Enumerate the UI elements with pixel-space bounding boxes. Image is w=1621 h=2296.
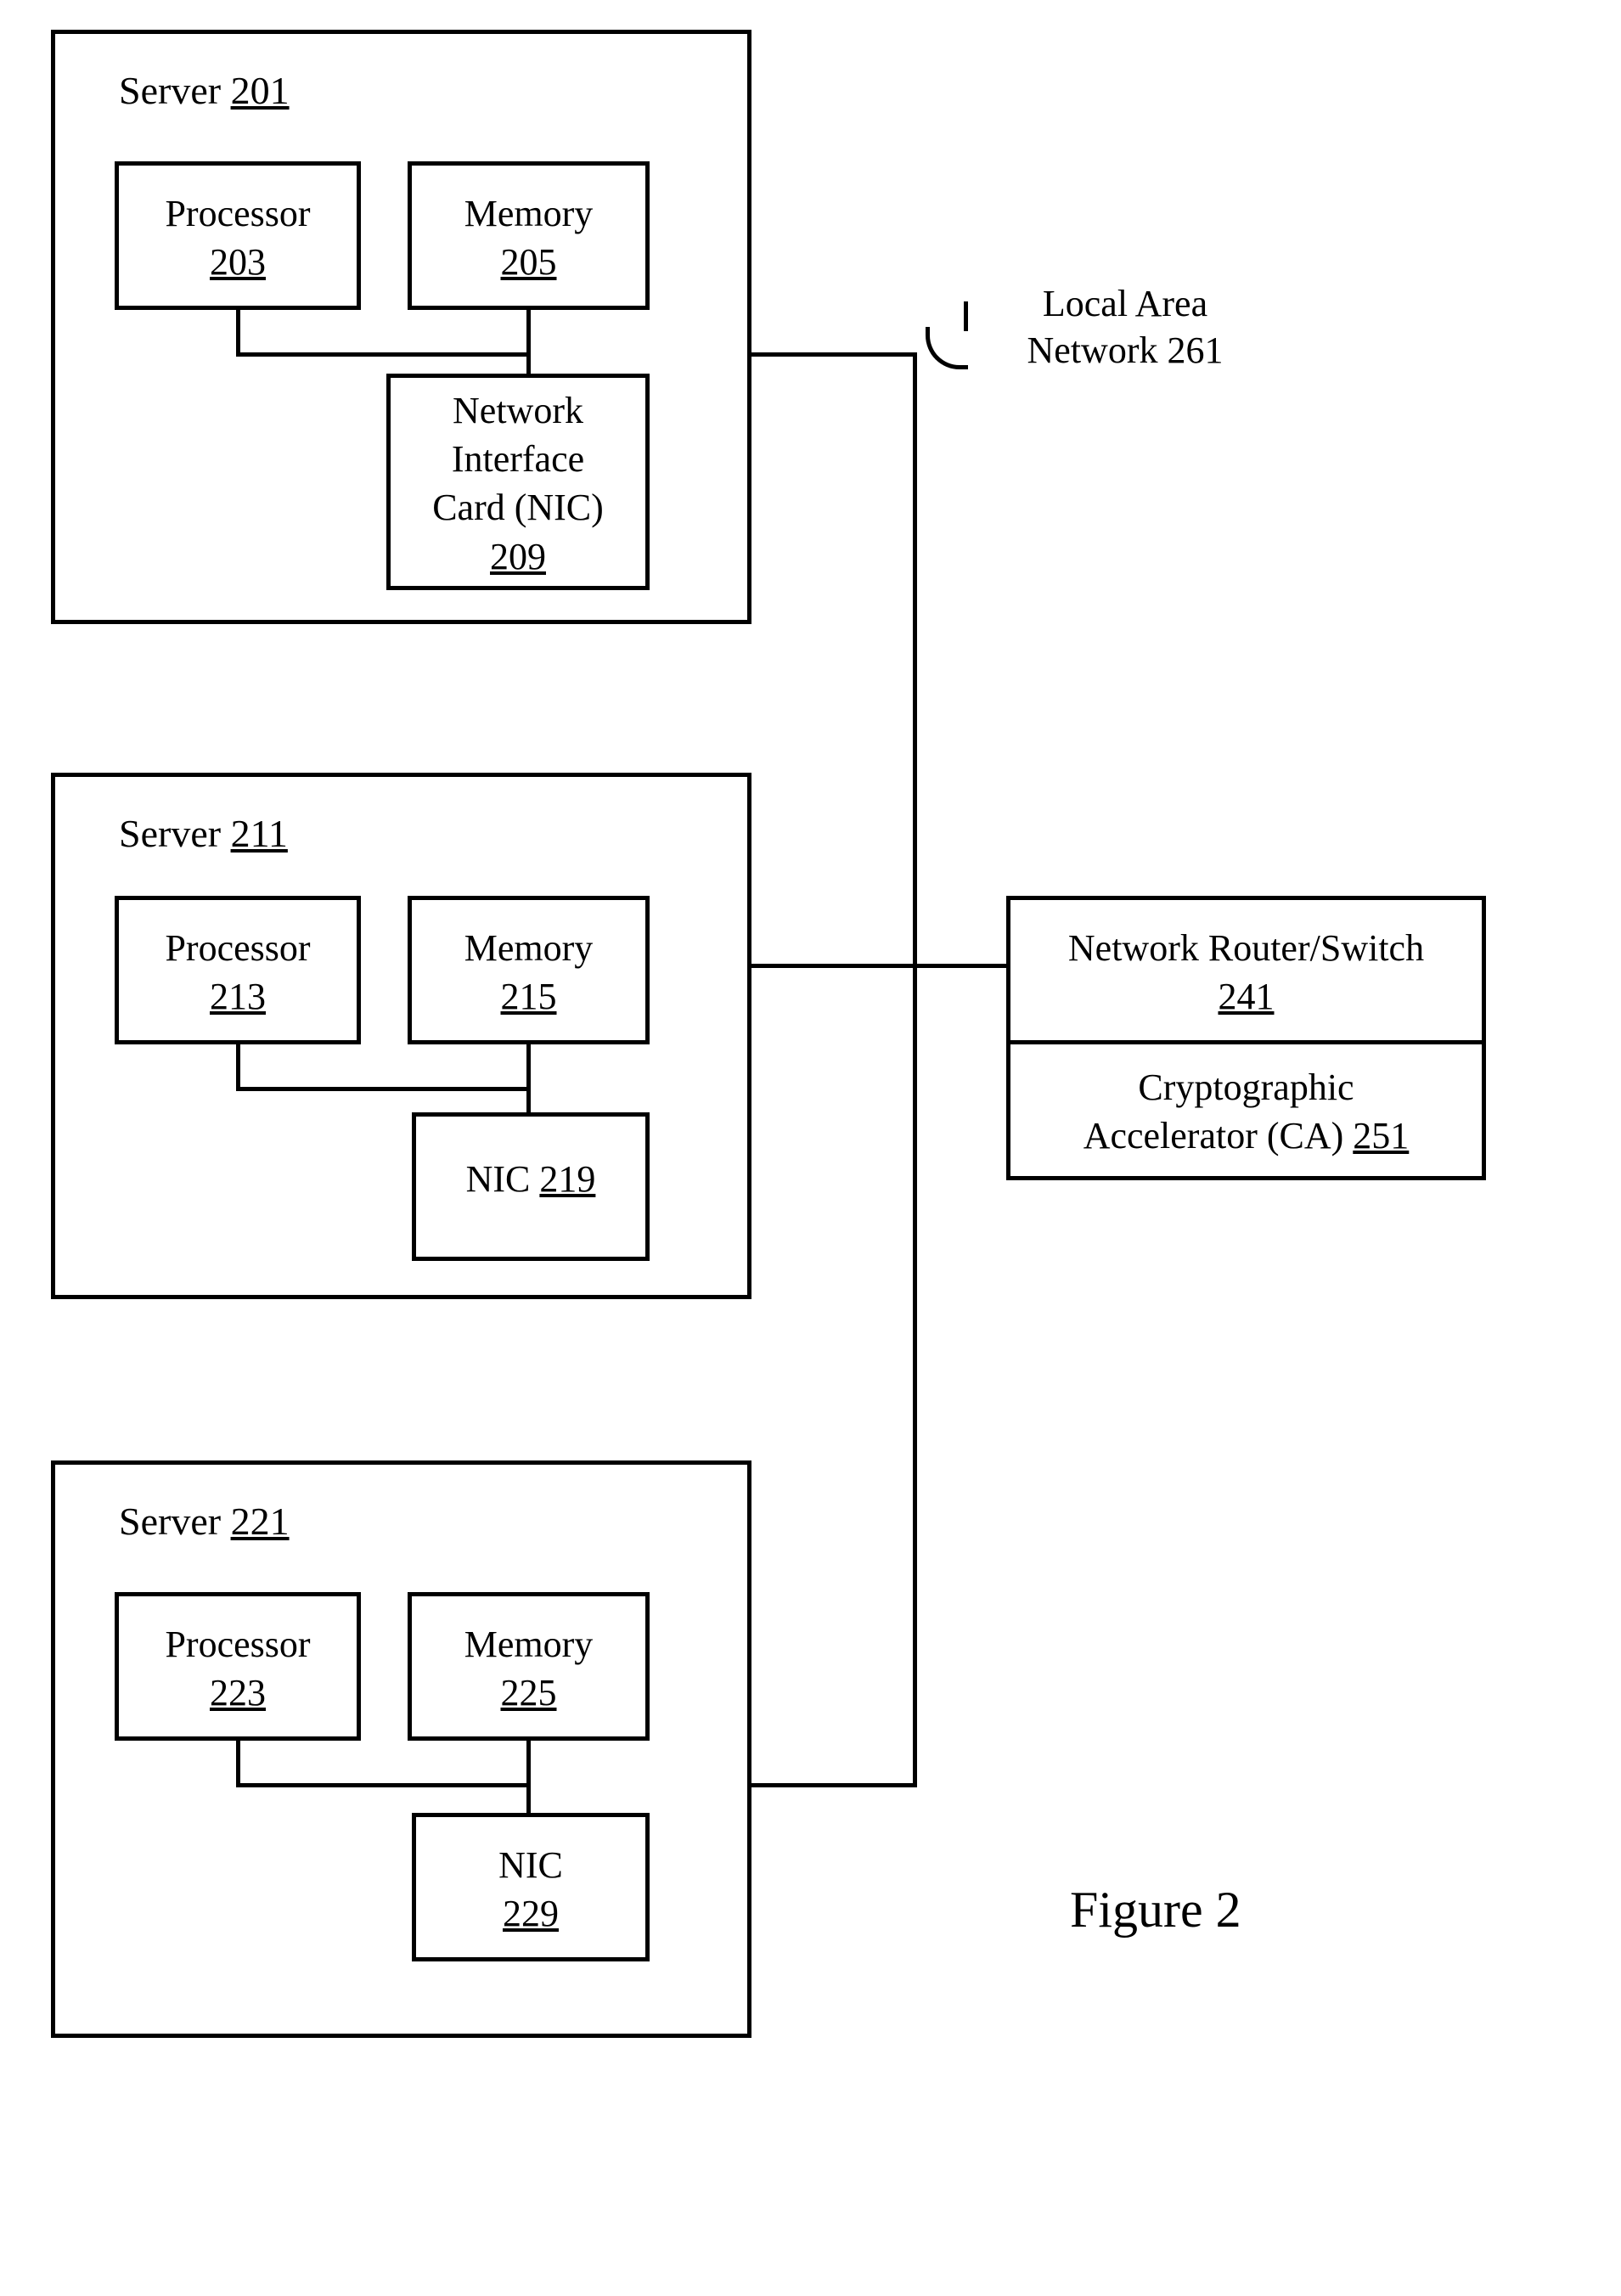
wire — [964, 301, 968, 331]
wire — [236, 1044, 240, 1091]
nic-219-label: NIC — [466, 1158, 540, 1200]
ca-l2-row: Accelerator (CA) 251 — [1010, 1111, 1482, 1160]
wire — [236, 352, 531, 357]
memory-225-box: Memory 225 — [408, 1592, 650, 1741]
label-num: 211 — [231, 812, 288, 855]
router-num: 241 — [1010, 972, 1482, 1021]
server-201-title: Server 201 — [119, 68, 290, 113]
label-text: Server — [119, 69, 231, 112]
router-box: Network Router/Switch 241 — [1006, 896, 1486, 1044]
memory-215-label: Memory — [412, 924, 645, 972]
wire — [236, 1783, 531, 1787]
ca-l1: Cryptographic — [1010, 1063, 1482, 1111]
memory-205-label: Memory — [412, 189, 645, 238]
lan-l1: Local Area — [1006, 280, 1244, 327]
label-num: 201 — [231, 69, 290, 112]
label-num: 221 — [231, 1500, 290, 1543]
nic-209-l1: Network — [391, 386, 645, 435]
nic-219-num: 219 — [539, 1158, 595, 1200]
wire — [236, 1087, 531, 1091]
nic-209-l2: Interface — [391, 435, 645, 483]
ca-num: 251 — [1353, 1115, 1409, 1156]
memory-215-num: 215 — [412, 972, 645, 1021]
nic-209-l3: Card (NIC) — [391, 483, 645, 532]
processor-213-label: Processor — [119, 924, 357, 972]
processor-203-label: Processor — [119, 189, 357, 238]
wire — [751, 352, 917, 357]
memory-205-num: 205 — [412, 238, 645, 286]
memory-225-label: Memory — [412, 1620, 645, 1669]
memory-215-box: Memory 215 — [408, 896, 650, 1044]
wire — [236, 310, 240, 357]
server-211-title: Server 211 — [119, 811, 288, 856]
wire — [526, 1044, 531, 1112]
processor-203-num: 203 — [119, 238, 357, 286]
nic-219-box: NIC 219 — [412, 1112, 650, 1261]
processor-223-num: 223 — [119, 1669, 357, 1717]
processor-213-box: Processor 213 — [115, 896, 361, 1044]
label-text: Server — [119, 812, 231, 855]
figure-label: Figure 2 — [1070, 1881, 1241, 1939]
wire — [751, 1783, 917, 1787]
nic-229-num: 229 — [416, 1889, 645, 1938]
memory-205-box: Memory 205 — [408, 161, 650, 310]
processor-223-label: Processor — [119, 1620, 357, 1669]
wire — [236, 1741, 240, 1787]
lan-label: Local Area Network 261 — [1006, 280, 1244, 374]
wire — [913, 964, 1010, 968]
nic-209-box: Network Interface Card (NIC) 209 — [386, 374, 650, 590]
nic-229-label: NIC — [416, 1841, 645, 1889]
label-text: Server — [119, 1500, 231, 1543]
wire — [526, 1741, 531, 1813]
processor-203-box: Processor 203 — [115, 161, 361, 310]
hook-icon — [926, 327, 968, 369]
processor-213-num: 213 — [119, 972, 357, 1021]
server-221-title: Server 221 — [119, 1499, 290, 1544]
wire — [751, 964, 917, 968]
processor-223-box: Processor 223 — [115, 1592, 361, 1741]
ca-l2-pre: Accelerator (CA) — [1083, 1115, 1354, 1156]
memory-225-num: 225 — [412, 1669, 645, 1717]
lan-l2: Network 261 — [1006, 327, 1244, 374]
wire — [526, 310, 531, 374]
router-label: Network Router/Switch — [1010, 924, 1482, 972]
nic-229-box: NIC 229 — [412, 1813, 650, 1961]
nic-209-num: 209 — [391, 532, 645, 581]
ca-box: Cryptographic Accelerator (CA) 251 — [1006, 1040, 1486, 1180]
lan-bus — [913, 352, 917, 1787]
